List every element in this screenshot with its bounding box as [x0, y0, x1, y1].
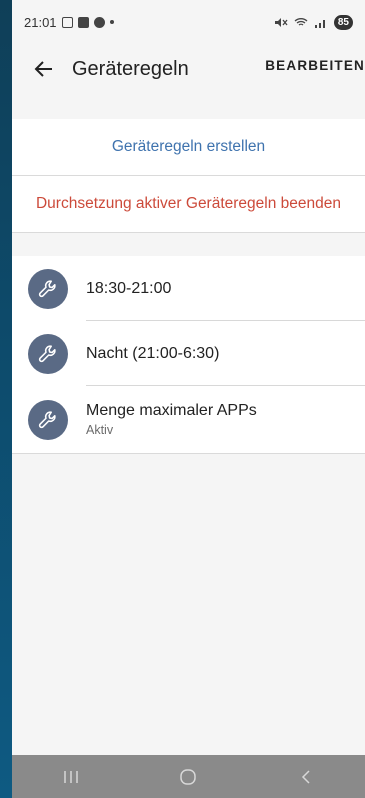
- screenshot-icon: [61, 16, 73, 28]
- rule-text: Nacht (21:00-6:30): [86, 345, 357, 363]
- edit-button[interactable]: BEARBEITEN: [265, 58, 365, 73]
- page-title: Geräteregeln: [72, 57, 189, 80]
- actions-card: Geräteregeln erstellen Durchsetzung akti…: [12, 119, 365, 233]
- rule-text: 18:30-21:00: [86, 280, 357, 298]
- back-nav-button[interactable]: [286, 762, 326, 792]
- divider: [12, 453, 365, 454]
- rule-title: Menge maximaler APPs: [86, 402, 257, 419]
- status-time: 21:01: [24, 14, 57, 30]
- rule-title: Nacht (21:00-6:30): [86, 344, 220, 362]
- navigation-bar: [12, 755, 365, 798]
- status-bar: 21:01 85: [12, 0, 365, 44]
- calendar-icon: [77, 16, 89, 28]
- recent-apps-icon: [64, 770, 78, 783]
- wrench-icon: [28, 333, 68, 374]
- battery-indicator: 85: [333, 14, 353, 30]
- stop-enforcement-button[interactable]: Durchsetzung aktiver Geräteregeln beende…: [12, 176, 365, 232]
- recent-apps-button[interactable]: [51, 762, 91, 792]
- status-right: 85: [274, 14, 353, 30]
- rules-list: 18:30-21:00 Nacht (21:00-6:30) Menge max…: [12, 256, 365, 454]
- mute-icon: [274, 17, 288, 27]
- status-left: 21:01: [24, 15, 114, 30]
- create-rules-button[interactable]: Geräteregeln erstellen: [12, 119, 365, 175]
- home-button[interactable]: [168, 762, 208, 792]
- notification-dot-icon: [109, 20, 114, 24]
- list-item[interactable]: 18:30-21:00: [12, 256, 365, 321]
- home-icon: [180, 768, 197, 785]
- chevron-left-icon: [302, 769, 310, 784]
- divider: [12, 232, 365, 233]
- list-item[interactable]: Nacht (21:00-6:30): [12, 321, 365, 386]
- wifi-icon: [294, 17, 308, 26]
- back-button[interactable]: [24, 49, 64, 89]
- list-item[interactable]: Menge maximaler APPs Aktiv: [12, 386, 365, 453]
- rule-status: Aktiv: [86, 423, 114, 437]
- wrench-icon: [28, 399, 68, 440]
- arrow-left-icon: [34, 61, 52, 77]
- app-bar: Geräteregeln BEARBEITEN: [12, 44, 365, 94]
- wrench-icon: [28, 268, 68, 309]
- rule-text: Menge maximaler APPs Aktiv: [86, 402, 357, 437]
- signal-icon: [314, 19, 325, 28]
- rule-title: 18:30-21:00: [86, 279, 172, 297]
- phone-screen: 21:01 85 Geräteregeln BEARBEITEN Geräter…: [12, 0, 365, 798]
- check-icon: [93, 16, 105, 28]
